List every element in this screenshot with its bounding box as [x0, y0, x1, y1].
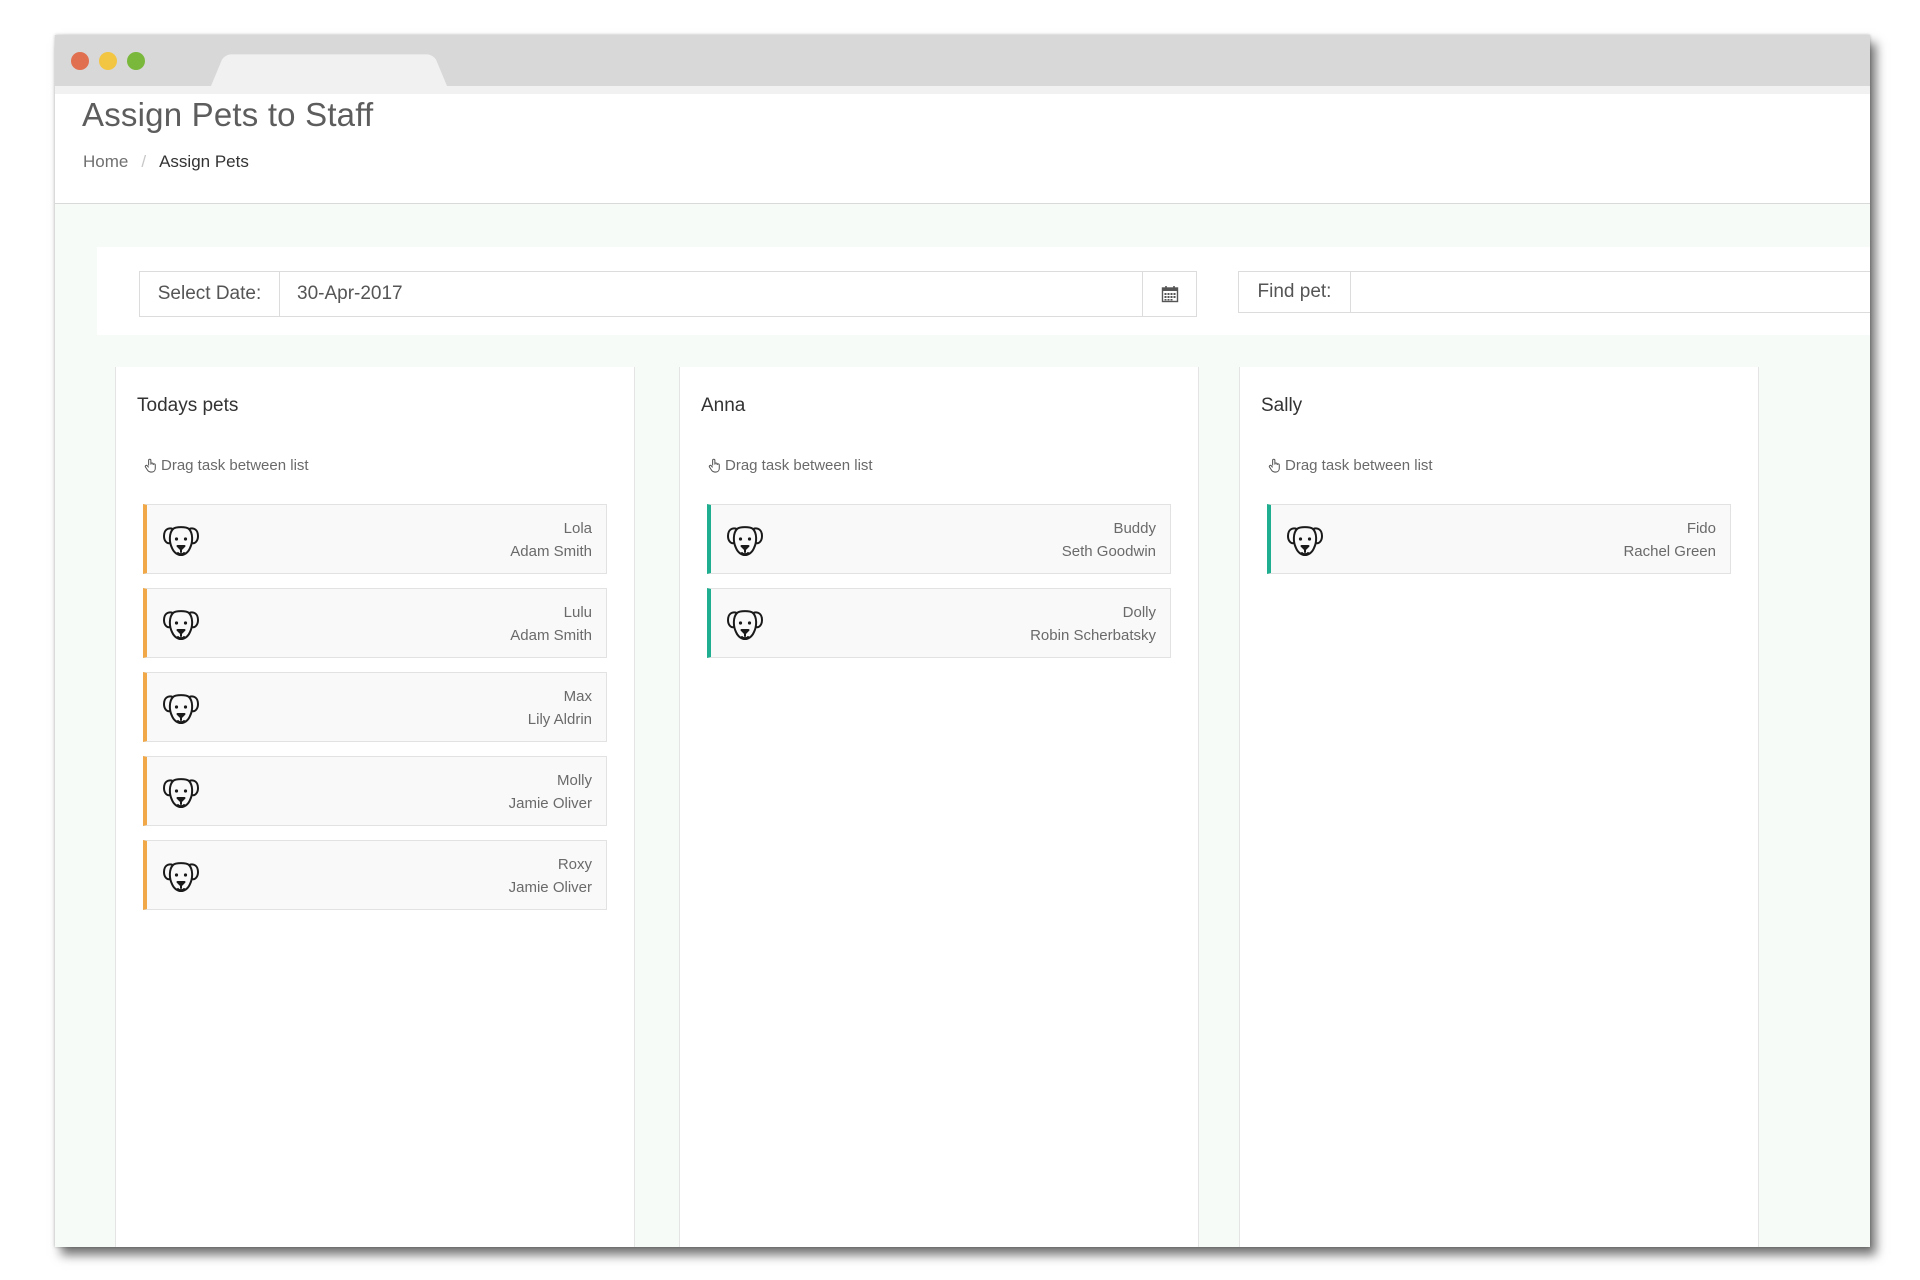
find-pet-label: Find pet: [1239, 272, 1351, 312]
drag-hint: Drag task between list [1267, 457, 1433, 474]
pet-owner-name: Rachel Green [1623, 543, 1716, 560]
date-input[interactable] [280, 272, 1142, 316]
pet-card-list[interactable]: Fido Rachel Green [1267, 504, 1731, 588]
pet-card[interactable]: Lola Adam Smith [143, 504, 607, 574]
pet-name: Lulu [563, 604, 592, 621]
browser-window: Assign Pets to Staff Home / Assign Pets … [55, 35, 1870, 1247]
drag-hint-text: Drag task between list [1285, 457, 1433, 474]
breadcrumb-separator: / [141, 152, 147, 171]
hand-pointer-icon [708, 458, 720, 473]
pet-card[interactable]: Fido Rachel Green [1267, 504, 1731, 574]
staff-column[interactable]: Anna Drag task between list Buddy Seth Go… [679, 367, 1199, 1247]
drag-hint-text: Drag task between list [725, 457, 873, 474]
pet-name: Dolly [1122, 604, 1156, 621]
pet-card-list[interactable]: Lola Adam Smith Lulu Adam Smith Max Lily… [143, 504, 607, 924]
pet-name: Lola [563, 520, 592, 537]
dog-icon [163, 862, 199, 892]
page-header: Assign Pets to Staff Home / Assign Pets [55, 94, 1870, 204]
calendar-icon [1161, 286, 1178, 303]
drag-hint-text: Drag task between list [161, 457, 309, 474]
pet-owner-name: Jamie Oliver [508, 879, 592, 896]
browser-chrome-divider [55, 86, 1870, 94]
pet-name: Molly [556, 772, 592, 789]
window-close-button[interactable] [71, 52, 89, 70]
pet-name: Buddy [1113, 520, 1156, 537]
hand-pointer-icon [144, 458, 156, 473]
column-title: Anna [701, 395, 746, 416]
pet-owner-name: Lily Aldrin [527, 711, 592, 728]
pet-owner-name: Robin Scherbatsky [1030, 627, 1156, 644]
pet-owner-name: Adam Smith [510, 627, 592, 644]
dog-icon [727, 610, 763, 640]
page-title: Assign Pets to Staff [82, 96, 374, 133]
pet-owner-name: Adam Smith [510, 543, 592, 560]
pet-owner-name: Seth Goodwin [1061, 543, 1156, 560]
window-maximize-button[interactable] [127, 52, 145, 70]
column-title: Sally [1261, 395, 1303, 416]
calendar-button[interactable] [1142, 272, 1196, 316]
staff-column[interactable]: Sally Drag task between list Fido Rachel … [1239, 367, 1759, 1247]
dog-icon [163, 526, 199, 556]
pet-name: Fido [1686, 520, 1716, 537]
pet-card[interactable]: Buddy Seth Goodwin [707, 504, 1171, 574]
staff-column[interactable]: Todays pets Drag task between list Lola A… [115, 367, 635, 1247]
browser-chrome [55, 35, 1870, 86]
dog-icon [727, 526, 763, 556]
drag-hint: Drag task between list [707, 457, 873, 474]
pet-name: Max [563, 688, 592, 705]
drag-hint: Drag task between list [143, 457, 309, 474]
browser-tab[interactable] [211, 54, 447, 86]
dog-icon [1287, 526, 1323, 556]
dog-icon [163, 778, 199, 808]
window-minimize-button[interactable] [99, 52, 117, 70]
dog-icon [163, 610, 199, 640]
pet-card[interactable]: Molly Jamie Oliver [143, 756, 607, 826]
date-picker-group: Select Date: [139, 271, 1197, 317]
pet-owner-name: Jamie Oliver [508, 795, 592, 812]
breadcrumb-home-link[interactable]: Home [83, 152, 128, 172]
hand-pointer-icon [1268, 458, 1280, 473]
pet-card[interactable]: Dolly Robin Scherbatsky [707, 588, 1171, 658]
find-pet-input[interactable] [1351, 272, 1870, 312]
pet-card[interactable]: Max Lily Aldrin [143, 672, 607, 742]
breadcrumb-current: Assign Pets [159, 152, 249, 171]
find-pet-group: Find pet: [1238, 271, 1870, 313]
column-title: Todays pets [137, 395, 239, 416]
pet-card-list[interactable]: Buddy Seth Goodwin Dolly Robin Scherbats… [707, 504, 1171, 672]
breadcrumb: Home / Assign Pets [83, 152, 249, 172]
pet-card[interactable]: Roxy Jamie Oliver [143, 840, 607, 910]
pet-name: Roxy [557, 856, 592, 873]
date-label: Select Date: [140, 272, 280, 316]
filter-bar: Select Date: Find pet: [97, 247, 1870, 335]
pet-card[interactable]: Lulu Adam Smith [143, 588, 607, 658]
dog-icon [163, 694, 199, 724]
